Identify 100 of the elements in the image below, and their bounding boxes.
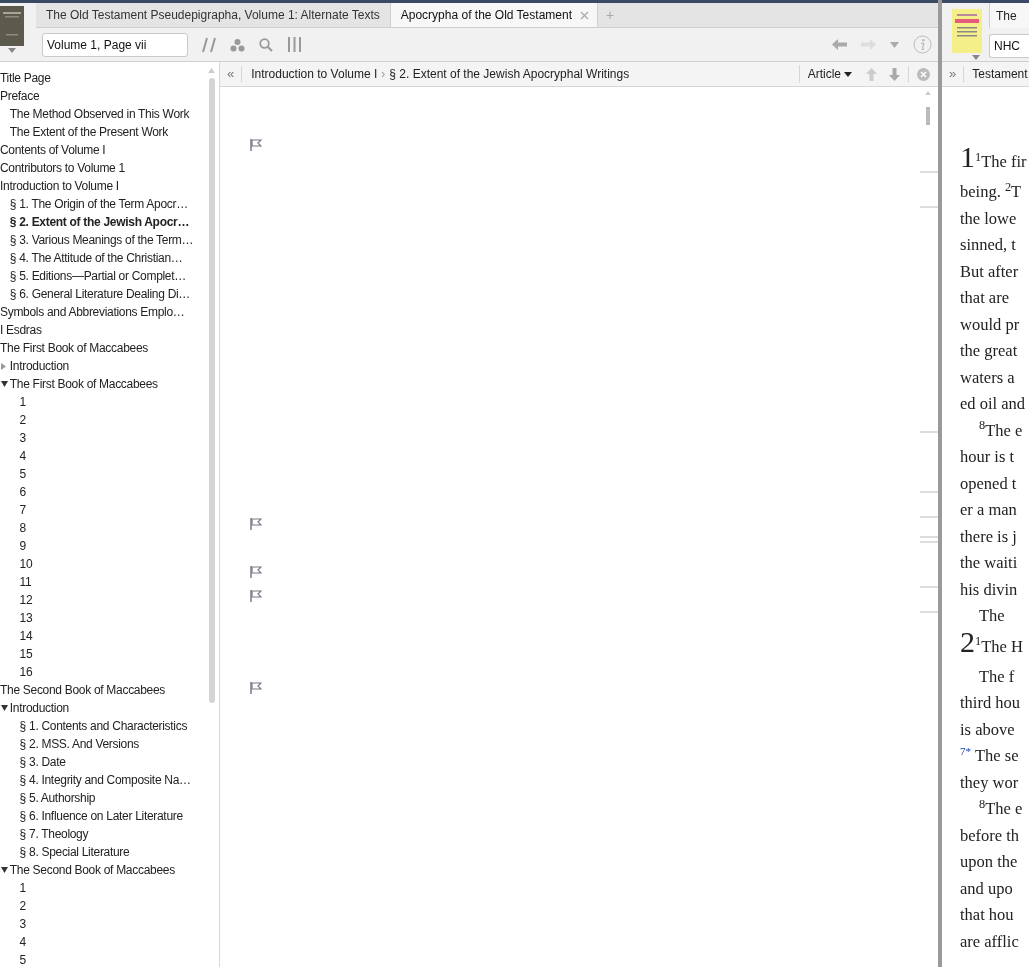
toc-item[interactable]: Preface [0,87,219,105]
text-line: The se [974,746,1019,765]
toc-item[interactable]: § 5. Authorship [0,789,219,807]
text-line: ed oil and [960,394,1026,413]
toc-item[interactable]: 3 [0,429,219,447]
parallel-icon[interactable] [202,36,216,53]
toc-item[interactable]: I Esdras [0,321,219,339]
toc-item[interactable]: 5 [0,951,219,967]
text-line: $^{1}$The H [975,636,1023,656]
toc-item[interactable]: Symbols and Abbreviations Emplo… [0,303,219,321]
tab[interactable]: Apocrypha of the Old Testament [390,3,598,27]
toc-item[interactable]: The First Book of Maccabees [0,339,219,357]
expanded-arrow-icon[interactable] [0,867,8,873]
close-icon[interactable] [917,67,930,81]
toc-item[interactable]: 2 [0,897,219,915]
text-line: before th [960,825,1020,845]
dots-icon[interactable] [230,37,245,52]
scrollbar-thumb[interactable] [209,78,215,703]
toc-item[interactable]: 7 [0,501,219,519]
toc-item[interactable]: The Second Book of Maccabees [0,861,219,879]
text-line: waters a [960,367,1015,387]
breadcrumb-link[interactable]: Testament [964,65,1029,83]
book-cover-icon[interactable] [0,6,24,46]
toc-item[interactable]: § 7. Theology [0,825,219,843]
collapsed-arrow-icon[interactable] [0,362,6,370]
tab[interactable]: The [989,3,1029,28]
toc-item[interactable]: 5 [0,465,219,483]
back-arrow-icon[interactable] [832,39,847,50]
toc-item[interactable]: 11 [0,573,219,591]
toc-item[interactable]: 9 [0,537,219,555]
toc-item[interactable]: § 5. Editions—Partial or Complet… [0,267,219,285]
toc-item[interactable]: The Second Book of Maccabees [0,681,219,699]
reference-field[interactable]: Volume 1, Page vii [42,32,188,57]
text-line: the lowe [960,208,1017,228]
close-icon[interactable] [580,10,589,20]
toc-item[interactable]: 1 [0,879,219,897]
toc-item[interactable]: 8 [0,519,219,537]
toc-item[interactable]: § 6. General Literature Dealing Di… [0,285,219,303]
toc-item[interactable]: 16 [0,663,219,681]
note-marker[interactable]: 7* [960,745,971,757]
up-arrow-icon[interactable] [866,67,877,81]
flag-icon[interactable] [250,590,262,602]
text-line: being. $^{2}$T [960,182,1022,201]
breadcrumb-link[interactable]: Introduction to Volume I [247,65,382,83]
toc-item[interactable]: § 8. Special Literature [0,843,219,861]
info-icon[interactable] [913,35,932,54]
text-line: the great [960,341,1018,360]
scroll-up-icon[interactable] [208,68,215,73]
down-arrow-icon[interactable] [889,67,900,81]
flag-icon[interactable] [250,139,262,151]
caret-icon[interactable] [844,71,852,77]
flag-icon[interactable] [250,518,262,530]
toc-item[interactable]: § 6. Influence on Later Literature [0,807,219,825]
toc-item[interactable]: Title Page [0,69,219,87]
toc-item[interactable]: 2 [0,411,219,429]
columns-icon[interactable] [287,37,302,52]
toc-item[interactable]: Introduction [0,357,219,375]
text-line: that are [960,288,1009,307]
text-line: are afflic [960,931,1019,951]
toc-item[interactable]: § 4. The Attitude of the Christian… [0,249,219,267]
text-line: the waiti [960,553,1018,572]
search-icon[interactable] [259,37,273,52]
breadcrumb-link[interactable]: § 2. Extent of the Jewish Apocryphal Writings [385,65,634,83]
book-cover-icon[interactable] [952,9,982,53]
toc-item[interactable]: § 4. Integrity and Composite Na… [0,771,219,789]
toc-item[interactable]: § 2. Extent of the Jewish Apocr… [0,213,219,231]
toc-item[interactable]: § 1. The Origin of the Term Apocr… [0,195,219,213]
toc-item[interactable]: Contributors to Volume 1 [0,159,219,177]
toc-item[interactable]: Introduction to Volume I [0,177,219,195]
expanded-arrow-icon[interactable] [0,705,8,711]
toc-item[interactable]: 13 [0,609,219,627]
toc-item[interactable]: § 2. MSS. And Versions [0,735,219,753]
toc-item[interactable]: 12 [0,591,219,609]
toc-item[interactable]: 4 [0,447,219,465]
text-line: his divin [960,579,1018,599]
toc-item[interactable]: The Method Observed in This Work [0,105,219,123]
text-line: $^{8}$The e [979,420,1023,440]
text-line: sinned, t [960,235,1016,254]
reference-field[interactable]: NHC [989,34,1029,58]
toc-item[interactable]: Contents of Volume I [0,141,219,159]
toc-item[interactable]: 3 [0,915,219,933]
toc-item[interactable]: § 1. Contents and Characteristics [0,717,219,735]
toc-item[interactable]: 1 [0,393,219,411]
toc-item[interactable]: 4 [0,933,219,951]
toc-item[interactable]: 14 [0,627,219,645]
chapter-number: 1 [960,140,975,173]
toc-item[interactable]: The First Book of Maccabees [0,375,219,393]
expanded-arrow-icon[interactable] [0,381,8,387]
toc-item[interactable]: 15 [0,645,219,663]
toc-item[interactable]: § 3. Date [0,753,219,771]
toc-item[interactable]: The Extent of the Present Work [0,123,219,141]
collapse-button[interactable]: » [942,66,965,82]
toc-item[interactable]: § 3. Various Meanings of the Term… [0,231,219,249]
toc-item[interactable]: 10 [0,555,219,573]
toc-item[interactable]: 6 [0,483,219,501]
flag-icon[interactable] [250,682,262,694]
view-menu[interactable]: Article [798,65,860,83]
collapse-button[interactable]: « [220,66,243,82]
toc-item[interactable]: Introduction [0,699,219,717]
flag-icon[interactable] [250,566,262,578]
